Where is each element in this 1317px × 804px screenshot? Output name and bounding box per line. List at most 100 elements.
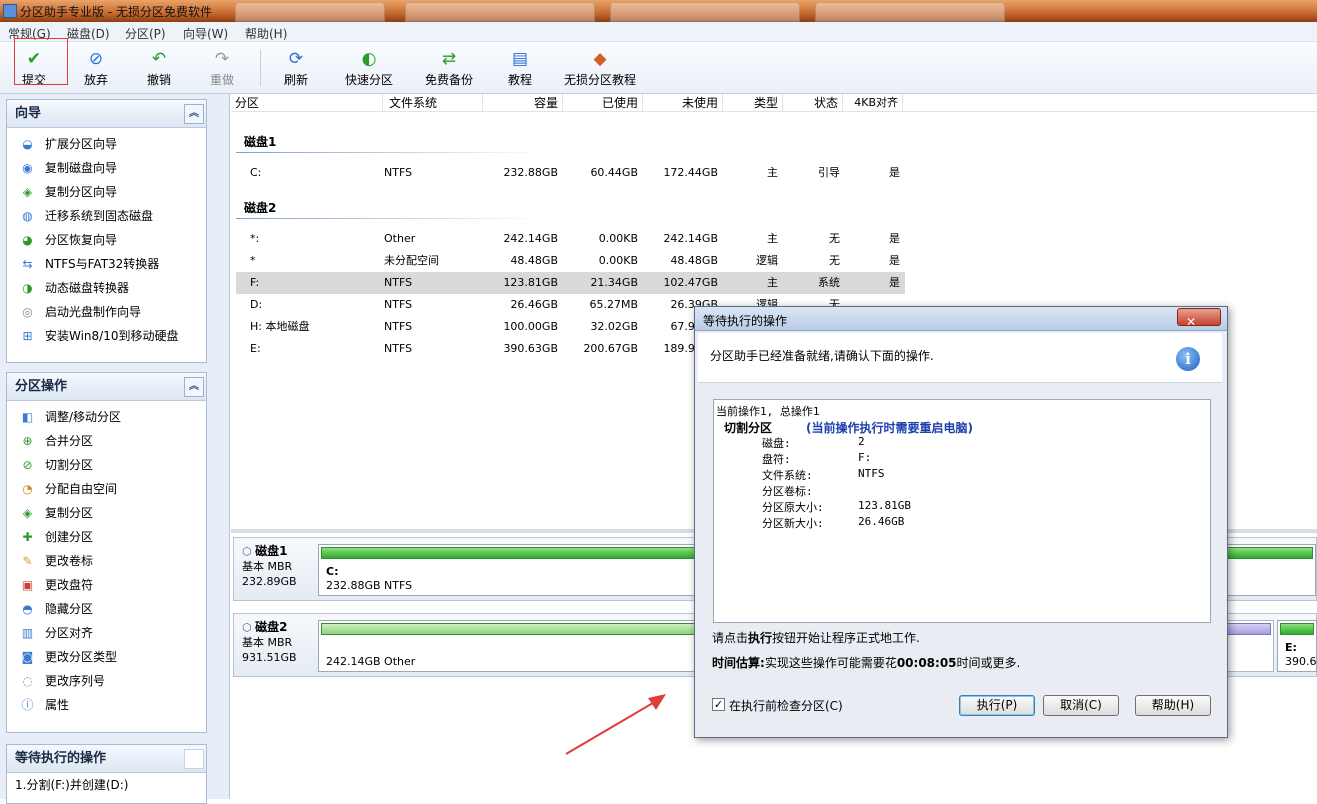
table-row[interactable]: *: Other 242.14GB 0.00KB 242.14GB 主 无 是 — [236, 228, 905, 250]
op-item[interactable]: ◙ 更改分区类型 — [7, 645, 206, 669]
disk-info: ⬡ 磁盘1 基本 MBR 232.89GB — [242, 544, 297, 588]
collapse-icon[interactable]: ︽ — [184, 377, 204, 397]
background-tab — [405, 2, 595, 22]
menu-wizard[interactable]: 向导(W) — [183, 25, 228, 42]
window-title: 分区助手专业版 - 无损分区免费软件 — [20, 5, 212, 19]
wizard-item[interactable]: ◎ 启动光盘制作向导 — [7, 300, 206, 324]
col-partition[interactable]: 分区 — [231, 94, 383, 112]
quick-partition-icon: ◐ — [361, 49, 377, 69]
op-item[interactable]: ◓ 隐藏分区 — [7, 597, 206, 621]
cell-used: 0.00KB — [598, 232, 638, 245]
op-item[interactable]: ◔ 分配自由空间 — [7, 477, 206, 501]
pending-ops-dialog: 等待执行的操作 ✕ 分区助手已经准备就绪,请确认下面的操作. i 当前操作1, … — [694, 306, 1228, 738]
refresh-icon: ⟳ — [288, 49, 304, 69]
copy-disk-icon: ◉ — [22, 161, 33, 175]
wizard-item[interactable]: ◒ 扩展分区向导 — [7, 132, 206, 156]
partition-block-other[interactable]: 242.14GB Other — [318, 620, 698, 672]
col-unused[interactable]: 未使用 — [643, 94, 723, 112]
resize-icon: ◧ — [21, 410, 34, 424]
wizard-item[interactable]: ◕ 分区恢复向导 — [7, 228, 206, 252]
pending-op-item[interactable]: 1.分割(F:)并创建(D:) — [7, 773, 206, 797]
cell-free: 172.44GB — [663, 166, 718, 179]
op-item[interactable]: ◧ 调整/移动分区 — [7, 405, 206, 429]
table-row[interactable]: * 未分配空间 48.48GB 0.00KB 48.48GB 逻辑 无 是 — [236, 250, 905, 272]
undo-button[interactable]: ↶ 撤销 — [139, 46, 179, 90]
background-tab — [235, 2, 385, 22]
op-item[interactable]: ⊕ 合并分区 — [7, 429, 206, 453]
operation-details-list[interactable]: 当前操作1, 总操作1 切割分区 (当前操作执行时需要重启电脑) 磁盘: 2 盘符:… — [713, 399, 1211, 623]
execute-button[interactable]: 执行(P) — [959, 695, 1035, 716]
op-item[interactable]: ⊘ 切割分区 — [7, 453, 206, 477]
time-estimate: 时间估算:实现这些操作可能需要花00:08:05时间或更多. — [712, 656, 1021, 670]
refresh-button[interactable]: ⟳ 刷新 — [276, 46, 316, 90]
redo-button[interactable]: ↷ 重做 — [202, 46, 242, 90]
table-row[interactable]: F: NTFS 123.81GB 21.34GB 102.47GB 主 系统 是 — [236, 272, 905, 294]
op-item[interactable]: ✎ 更改卷标 — [7, 549, 206, 573]
dialog-titlebar[interactable]: 等待执行的操作 ✕ — [695, 307, 1227, 331]
left-pane: 向导 ︽ ◒ 扩展分区向导 ◉ 复制磁盘向导 ◈ 复制分区向导 ◍ 迁移系统到固态磁盘 … — [0, 94, 230, 804]
menu-help[interactable]: 帮助(H) — [245, 25, 287, 42]
discard-button[interactable]: ⊘ 放弃 — [76, 46, 116, 90]
group-divider — [236, 152, 544, 153]
cell-cap: 48.48GB — [510, 254, 558, 267]
col-filesystem[interactable]: 文件系统 — [383, 94, 483, 112]
help-button[interactable]: 帮助(H) — [1135, 695, 1211, 716]
serial-icon: ◌ — [22, 674, 33, 688]
lossless-tutorial-button[interactable]: ◆ 无损分区教程 — [560, 46, 640, 90]
collapse-icon[interactable]: ︽ — [184, 104, 204, 124]
op-item[interactable]: ⓘ 属性 — [7, 693, 206, 717]
menu-bar: 常规(G) 磁盘(D) 分区(P) 向导(W) 帮助(H) — [0, 22, 1317, 42]
cell-p: * — [250, 254, 256, 267]
op-item[interactable]: ◌ 更改序列号 — [7, 669, 206, 693]
allocate-icon: ◔ — [22, 482, 33, 496]
migrate-os-icon: ◍ — [22, 209, 33, 223]
col-used[interactable]: 已使用 — [563, 94, 643, 112]
quick-partition-button[interactable]: ◐ 快速分区 — [338, 46, 400, 90]
background-tab — [815, 2, 1005, 22]
tutorial-button[interactable]: ▤ 教程 — [500, 46, 540, 90]
op-item[interactable]: ▣ 更改盘符 — [7, 573, 206, 597]
cell-align: 是 — [889, 276, 900, 289]
op-field-value: NTFS — [858, 467, 885, 480]
cell-status: 引导 — [818, 166, 840, 179]
annotation-highlight-box — [14, 38, 68, 85]
usage-bar — [321, 623, 695, 635]
dialog-header: 分区助手已经准备就绪,请确认下面的操作. i — [698, 333, 1222, 383]
disk-group-label: 磁盘1 — [244, 135, 277, 149]
col-type[interactable]: 类型 — [723, 94, 783, 112]
check-before-run-label[interactable]: 在执行前检查分区(C) — [729, 697, 843, 714]
op-item[interactable]: ▥ 分区对齐 — [7, 621, 206, 645]
convert-icon: ⇆ — [22, 257, 33, 271]
wizard-item[interactable]: ⇆ NTFS与FAT32转换器 — [7, 252, 206, 276]
cell-used: 0.00KB — [598, 254, 638, 267]
table-row[interactable]: C: NTFS 232.88GB 60.44GB 172.44GB 主 引导 是 — [236, 162, 905, 184]
wizard-item[interactable]: ◑ 动态磁盘转换器 — [7, 276, 206, 300]
wizard-item[interactable]: ◈ 复制分区向导 — [7, 180, 206, 204]
usage-bar — [1280, 623, 1314, 635]
menu-disk[interactable]: 磁盘(D) — [67, 25, 110, 42]
op-item[interactable]: ◈ 复制分区 — [7, 501, 206, 525]
op-field-key: 磁盘: — [762, 437, 791, 450]
col-capacity[interactable]: 容量 — [483, 94, 563, 112]
cell-type: 主 — [767, 166, 778, 179]
hide-icon: ◓ — [22, 602, 33, 616]
collapse-icon[interactable] — [184, 749, 204, 769]
free-backup-button[interactable]: ⇄ 免费备份 — [418, 46, 480, 90]
wizard-item[interactable]: ⊞ 安装Win8/10到移动硬盘 — [7, 324, 206, 348]
wizard-item[interactable]: ◍ 迁移系统到固态磁盘 — [7, 204, 206, 228]
menu-partition[interactable]: 分区(P) — [125, 25, 166, 42]
cell-fs: NTFS — [384, 320, 413, 333]
cell-p: C: — [250, 166, 262, 179]
check-before-run-checkbox[interactable]: ✓ — [712, 698, 725, 711]
wizard-item[interactable]: ◉ 复制磁盘向导 — [7, 156, 206, 180]
op-item[interactable]: ✚ 创建分区 — [7, 525, 206, 549]
col-status[interactable]: 状态 — [783, 94, 843, 112]
cancel-button[interactable]: 取消(C) — [1043, 695, 1119, 716]
close-button[interactable]: ✕ — [1177, 308, 1221, 329]
close-icon: ✕ — [1186, 315, 1197, 329]
partition-block-e[interactable]: E: 390.63 — [1277, 620, 1317, 672]
cell-p: D: — [250, 298, 263, 311]
cell-used: 32.02GB — [590, 320, 638, 333]
op-field-value: 26.46GB — [858, 515, 905, 528]
col-4k-align[interactable]: 4KB对齐 — [843, 94, 903, 112]
